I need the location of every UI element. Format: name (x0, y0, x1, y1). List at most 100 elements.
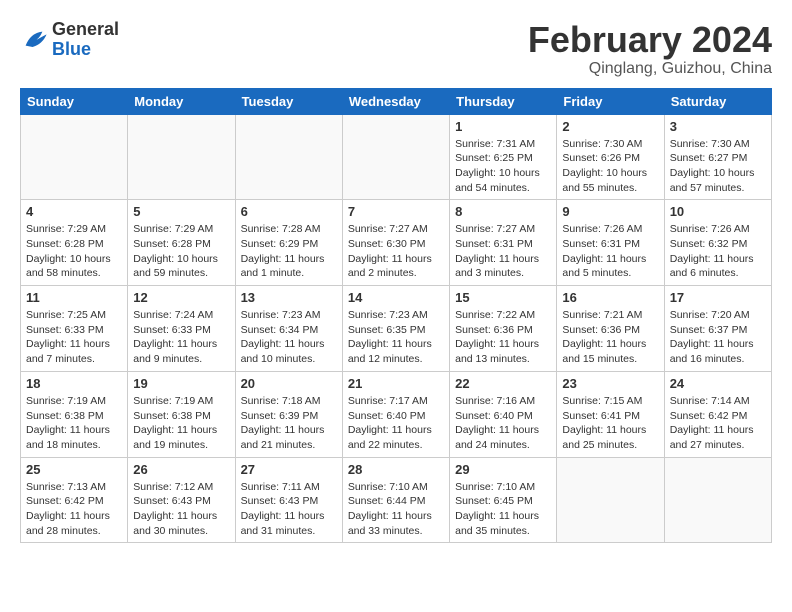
day-info: Sunrise: 7:26 AMSunset: 6:31 PMDaylight:… (562, 222, 658, 281)
day-number: 27 (241, 462, 337, 477)
calendar-cell: 8 Sunrise: 7:27 AMSunset: 6:31 PMDaylight… (450, 200, 557, 286)
calendar-cell: 26Sunrise: 7:12 AMSunset: 6:43 PMDayligh… (128, 457, 235, 543)
day-info: Sunrise: 7:25 AMSunset: 6:33 PMDaylight:… (26, 308, 122, 367)
header-sunday: Sunday (21, 88, 128, 114)
day-info: Sunrise: 7:27 AMSunset: 6:31 PMDaylight:… (455, 222, 551, 281)
day-number: 16 (562, 290, 658, 305)
day-info: Sunrise: 7:31 AMSunset: 6:25 PMDaylight:… (455, 137, 551, 196)
day-number: 12 (133, 290, 229, 305)
calendar-cell: 9 Sunrise: 7:26 AMSunset: 6:31 PMDaylight… (557, 200, 664, 286)
day-info: Sunrise: 7:17 AMSunset: 6:40 PMDaylight:… (348, 394, 444, 453)
header-thursday: Thursday (450, 88, 557, 114)
day-number: 7 (348, 204, 444, 219)
week-row-1: 1 Sunrise: 7:31 AMSunset: 6:25 PMDaylight… (21, 114, 772, 200)
day-number: 1 (455, 119, 551, 134)
day-info: Sunrise: 7:12 AMSunset: 6:43 PMDaylight:… (133, 480, 229, 539)
day-number: 29 (455, 462, 551, 477)
logo-icon (20, 26, 48, 54)
calendar-cell: 5 Sunrise: 7:29 AMSunset: 6:28 PMDaylight… (128, 200, 235, 286)
day-info: Sunrise: 7:18 AMSunset: 6:39 PMDaylight:… (241, 394, 337, 453)
calendar-cell: 4 Sunrise: 7:29 AMSunset: 6:28 PMDaylight… (21, 200, 128, 286)
day-number: 9 (562, 204, 658, 219)
header-monday: Monday (128, 88, 235, 114)
day-info: Sunrise: 7:21 AMSunset: 6:36 PMDaylight:… (562, 308, 658, 367)
calendar: Sunday Monday Tuesday Wednesday Thursday… (20, 88, 772, 544)
day-info: Sunrise: 7:11 AMSunset: 6:43 PMDaylight:… (241, 480, 337, 539)
day-info: Sunrise: 7:10 AMSunset: 6:44 PMDaylight:… (348, 480, 444, 539)
calendar-cell: 14 Sunrise: 7:23 AMSunset: 6:35 PMDayligh… (342, 286, 449, 372)
day-info: Sunrise: 7:14 AMSunset: 6:42 PMDaylight:… (670, 394, 766, 453)
day-info: Sunrise: 7:15 AMSunset: 6:41 PMDaylight:… (562, 394, 658, 453)
title-block: February 2024 Qinglang, Guizhou, China (528, 20, 772, 78)
day-info: Sunrise: 7:19 AMSunset: 6:38 PMDaylight:… (26, 394, 122, 453)
calendar-cell: 6 Sunrise: 7:28 AMSunset: 6:29 PMDaylight… (235, 200, 342, 286)
day-number: 25 (26, 462, 122, 477)
day-number: 13 (241, 290, 337, 305)
header-friday: Friday (557, 88, 664, 114)
day-info: Sunrise: 7:29 AMSunset: 6:28 PMDaylight:… (26, 222, 122, 281)
day-number: 18 (26, 376, 122, 391)
calendar-cell: 10 Sunrise: 7:26 AMSunset: 6:32 PMDayligh… (664, 200, 771, 286)
day-number: 10 (670, 204, 766, 219)
day-info: Sunrise: 7:13 AMSunset: 6:42 PMDaylight:… (26, 480, 122, 539)
logo-blue: Blue (52, 40, 119, 60)
logo: General Blue (20, 20, 119, 60)
day-number: 22 (455, 376, 551, 391)
day-number: 23 (562, 376, 658, 391)
day-number: 21 (348, 376, 444, 391)
day-info: Sunrise: 7:19 AMSunset: 6:38 PMDaylight:… (133, 394, 229, 453)
page-header: General Blue February 2024 Qinglang, Gui… (20, 20, 772, 78)
calendar-cell (664, 457, 771, 543)
calendar-cell: 23 Sunrise: 7:15 AMSunset: 6:41 PMDayligh… (557, 371, 664, 457)
day-info: Sunrise: 7:27 AMSunset: 6:30 PMDaylight:… (348, 222, 444, 281)
calendar-cell (557, 457, 664, 543)
calendar-cell: 21 Sunrise: 7:17 AMSunset: 6:40 PMDayligh… (342, 371, 449, 457)
location: Qinglang, Guizhou, China (528, 60, 772, 78)
calendar-cell: 11Sunrise: 7:25 AMSunset: 6:33 PMDayligh… (21, 286, 128, 372)
day-number: 4 (26, 204, 122, 219)
day-info: Sunrise: 7:16 AMSunset: 6:40 PMDaylight:… (455, 394, 551, 453)
day-info: Sunrise: 7:24 AMSunset: 6:33 PMDaylight:… (133, 308, 229, 367)
day-number: 8 (455, 204, 551, 219)
day-number: 19 (133, 376, 229, 391)
day-info: Sunrise: 7:26 AMSunset: 6:32 PMDaylight:… (670, 222, 766, 281)
day-info: Sunrise: 7:30 AMSunset: 6:26 PMDaylight:… (562, 137, 658, 196)
day-number: 5 (133, 204, 229, 219)
day-number: 2 (562, 119, 658, 134)
calendar-cell: 27 Sunrise: 7:11 AMSunset: 6:43 PMDayligh… (235, 457, 342, 543)
calendar-cell: 1 Sunrise: 7:31 AMSunset: 6:25 PMDaylight… (450, 114, 557, 200)
calendar-cell: 13 Sunrise: 7:23 AMSunset: 6:34 PMDayligh… (235, 286, 342, 372)
calendar-cell: 12 Sunrise: 7:24 AMSunset: 6:33 PMDayligh… (128, 286, 235, 372)
day-number: 24 (670, 376, 766, 391)
calendar-cell (235, 114, 342, 200)
week-row-3: 11Sunrise: 7:25 AMSunset: 6:33 PMDayligh… (21, 286, 772, 372)
calendar-cell: 24 Sunrise: 7:14 AMSunset: 6:42 PMDayligh… (664, 371, 771, 457)
day-number: 15 (455, 290, 551, 305)
month-title: February 2024 (528, 20, 772, 60)
day-info: Sunrise: 7:10 AMSunset: 6:45 PMDaylight:… (455, 480, 551, 539)
day-info: Sunrise: 7:23 AMSunset: 6:34 PMDaylight:… (241, 308, 337, 367)
calendar-cell: 15 Sunrise: 7:22 AMSunset: 6:36 PMDayligh… (450, 286, 557, 372)
calendar-header-row: Sunday Monday Tuesday Wednesday Thursday… (21, 88, 772, 114)
day-info: Sunrise: 7:30 AMSunset: 6:27 PMDaylight:… (670, 137, 766, 196)
calendar-cell: 19 Sunrise: 7:19 AMSunset: 6:38 PMDayligh… (128, 371, 235, 457)
calendar-cell (21, 114, 128, 200)
week-row-4: 18 Sunrise: 7:19 AMSunset: 6:38 PMDayligh… (21, 371, 772, 457)
day-number: 20 (241, 376, 337, 391)
calendar-cell: 17Sunrise: 7:20 AMSunset: 6:37 PMDayligh… (664, 286, 771, 372)
calendar-cell: 29 Sunrise: 7:10 AMSunset: 6:45 PMDayligh… (450, 457, 557, 543)
calendar-cell: 18 Sunrise: 7:19 AMSunset: 6:38 PMDayligh… (21, 371, 128, 457)
day-number: 6 (241, 204, 337, 219)
day-info: Sunrise: 7:22 AMSunset: 6:36 PMDaylight:… (455, 308, 551, 367)
day-number: 14 (348, 290, 444, 305)
day-info: Sunrise: 7:23 AMSunset: 6:35 PMDaylight:… (348, 308, 444, 367)
day-info: Sunrise: 7:29 AMSunset: 6:28 PMDaylight:… (133, 222, 229, 281)
logo-general: General (52, 20, 119, 40)
calendar-cell: 3Sunrise: 7:30 AMSunset: 6:27 PMDaylight… (664, 114, 771, 200)
day-info: Sunrise: 7:28 AMSunset: 6:29 PMDaylight:… (241, 222, 337, 281)
calendar-cell (128, 114, 235, 200)
week-row-2: 4 Sunrise: 7:29 AMSunset: 6:28 PMDaylight… (21, 200, 772, 286)
calendar-cell: 28 Sunrise: 7:10 AMSunset: 6:44 PMDayligh… (342, 457, 449, 543)
day-number: 28 (348, 462, 444, 477)
calendar-cell: 22 Sunrise: 7:16 AMSunset: 6:40 PMDayligh… (450, 371, 557, 457)
